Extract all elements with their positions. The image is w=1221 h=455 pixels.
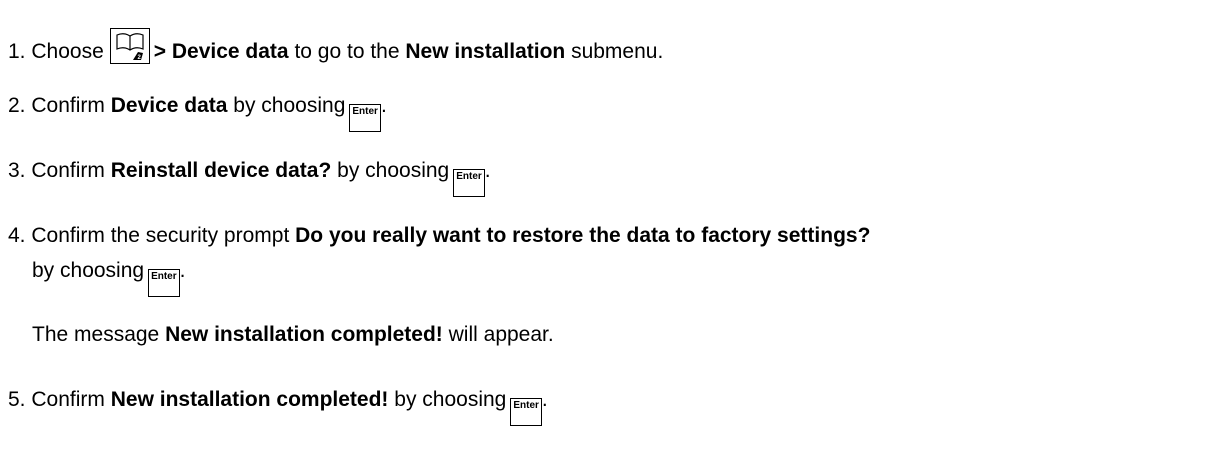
step-number: 4. bbox=[8, 224, 26, 247]
step-text: by choosing bbox=[233, 94, 346, 117]
step-number: 2. bbox=[8, 94, 26, 117]
security-prompt-text: Do you really want to restore the data t… bbox=[295, 224, 871, 247]
enter-key-icon: Enter bbox=[453, 169, 485, 197]
step-4: 4. Confirm the security prompt Do you re… bbox=[8, 222, 870, 250]
step-4-result: The message New installation completed! … bbox=[32, 321, 554, 349]
enter-key-icon: Enter bbox=[349, 104, 381, 132]
enter-key-icon: Enter bbox=[148, 269, 180, 297]
step-text: by choosing bbox=[394, 388, 507, 411]
period: . bbox=[484, 159, 491, 182]
step-number: 5. bbox=[8, 388, 26, 411]
step-text: Choose bbox=[31, 40, 104, 63]
step-text: by choosing bbox=[337, 159, 450, 182]
step-1: 1. Choose 2 > Device data to go to the N… bbox=[8, 28, 663, 66]
step-text: Confirm bbox=[31, 388, 105, 411]
step-4-continuation: by choosing Enter. bbox=[32, 257, 185, 297]
result-text: The message bbox=[32, 323, 160, 346]
menu-item-name: Device data bbox=[110, 94, 228, 117]
step-5: 5. Confirm New installation completed! b… bbox=[8, 386, 548, 426]
step-text: Confirm bbox=[31, 159, 105, 182]
menu-path: > Device data bbox=[153, 40, 289, 63]
step-text: to go to the bbox=[294, 40, 400, 63]
step-text: Confirm bbox=[31, 94, 105, 117]
enter-key-icon: Enter bbox=[510, 398, 542, 426]
instruction-document: 1. Choose 2 > Device data to go to the N… bbox=[0, 0, 1221, 455]
prompt-text: Reinstall device data? bbox=[110, 159, 332, 182]
result-text: will appear. bbox=[448, 323, 554, 346]
period: . bbox=[380, 94, 387, 117]
manual-book-icon: 2 bbox=[109, 28, 150, 64]
step-number: 3. bbox=[8, 159, 26, 182]
result-message: New installation completed! bbox=[165, 323, 443, 346]
step-text: by choosing bbox=[32, 259, 145, 282]
step-3: 3. Confirm Reinstall device data? by cho… bbox=[8, 157, 491, 197]
period: . bbox=[541, 388, 548, 411]
period: . bbox=[179, 259, 186, 282]
message-name: New installation completed! bbox=[110, 388, 389, 411]
step-text: submenu. bbox=[571, 40, 664, 63]
submenu-name: New installation bbox=[405, 40, 566, 63]
step-text: Confirm the security prompt bbox=[31, 224, 290, 247]
step-number: 1. bbox=[8, 40, 26, 63]
step-2: 2. Confirm Device data by choosing Enter. bbox=[8, 92, 387, 132]
